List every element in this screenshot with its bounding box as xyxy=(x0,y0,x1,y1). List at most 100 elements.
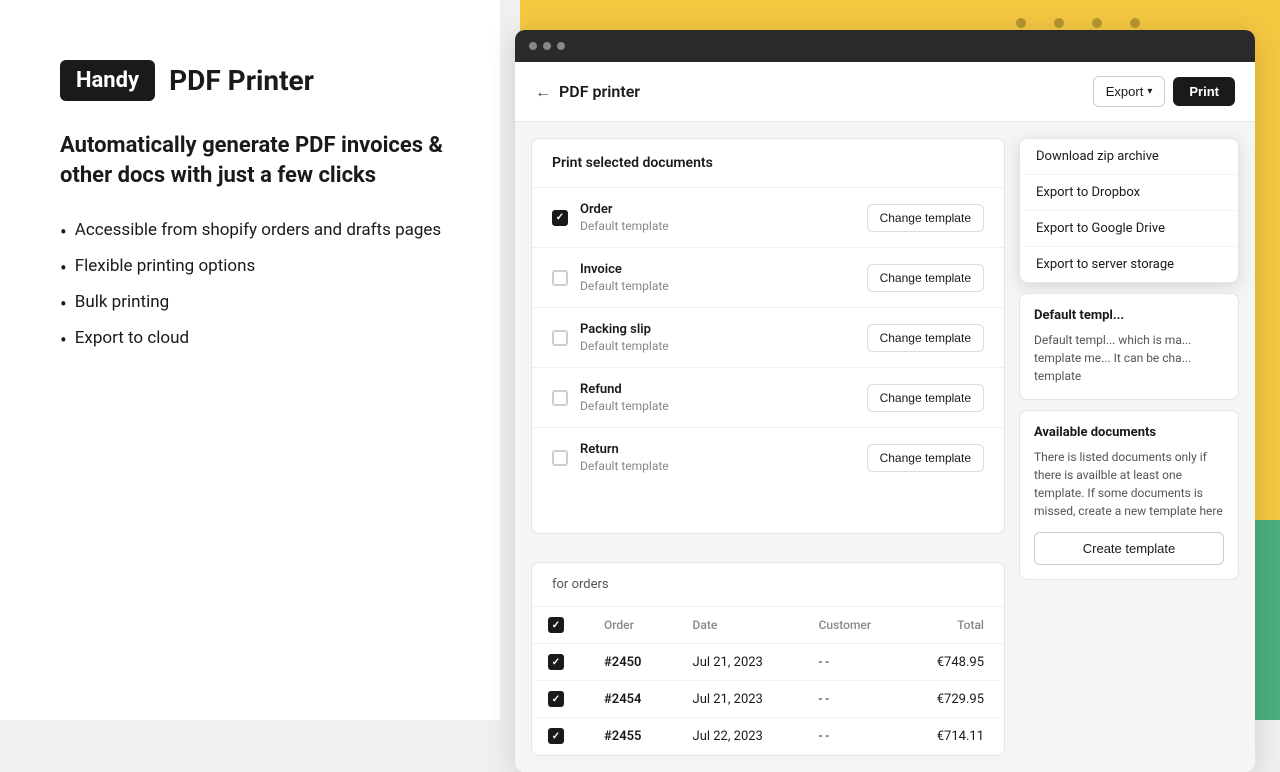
select-all-checkbox[interactable] xyxy=(548,617,564,633)
order-template: Default template xyxy=(580,219,855,233)
logo-box: Handy xyxy=(60,60,155,101)
browser-window: ← PDF printer Export ▾ Print Print selec… xyxy=(515,30,1255,772)
row3-date: Jul 22, 2023 xyxy=(673,718,799,755)
invoice-checkbox[interactable] xyxy=(552,270,568,286)
dropdown-item-gdrive[interactable]: Export to Google Drive xyxy=(1020,211,1238,247)
header-actions: Export ▾ Print xyxy=(1093,76,1235,107)
browser-dot-1 xyxy=(529,42,537,50)
return-checkbox[interactable] xyxy=(552,450,568,466)
col-date: Date xyxy=(673,607,799,644)
back-button[interactable]: ← xyxy=(535,82,551,102)
header-left: ← PDF printer xyxy=(535,82,640,102)
doc-row-packing-slip: Packing slip Default template Change tem… xyxy=(532,308,1004,368)
row3-total: €714.11 xyxy=(904,718,1004,755)
orders-section-header: for orders xyxy=(532,563,1004,607)
select-all-header xyxy=(532,607,584,644)
row2-total: €729.95 xyxy=(904,681,1004,718)
default-template-title: Default templ... xyxy=(1034,308,1224,323)
invoice-template: Default template xyxy=(580,279,855,293)
doc-row-refund: Refund Default template Change template xyxy=(532,368,1004,428)
available-docs-text: There is listed documents only if there … xyxy=(1034,448,1224,520)
create-template-button[interactable]: Create template xyxy=(1034,532,1224,565)
row1-order: #2450 xyxy=(584,644,673,681)
app-panel: ← PDF printer Export ▾ Print Print selec… xyxy=(500,0,1280,720)
browser-titlebar xyxy=(515,30,1255,62)
packing-slip-info: Packing slip Default template xyxy=(580,322,855,353)
app-content: Print selected documents Order Default t… xyxy=(515,122,1255,772)
dropdown-item-dropbox[interactable]: Export to Dropbox xyxy=(1020,175,1238,211)
print-button[interactable]: Print xyxy=(1173,77,1235,106)
logo-container: Handy PDF Printer xyxy=(60,60,460,101)
row2-order: #2454 xyxy=(584,681,673,718)
row3-checkbox[interactable] xyxy=(548,728,564,744)
packing-slip-checkbox[interactable] xyxy=(552,330,568,346)
browser-dot-3 xyxy=(557,42,565,50)
default-template-text: Default templ... which is ma... template… xyxy=(1034,331,1224,385)
info-panel: Download zip archive Export to Dropbox E… xyxy=(1019,138,1239,756)
table-row: #2454 Jul 21, 2023 - - €729.95 xyxy=(532,681,1004,718)
col-order: Order xyxy=(584,607,673,644)
table-header-row: Order Date Customer Total xyxy=(532,607,1004,644)
row1-total: €748.95 xyxy=(904,644,1004,681)
browser-dot-2 xyxy=(543,42,551,50)
available-docs-card: Available documents There is listed docu… xyxy=(1019,410,1239,580)
row1-date: Jul 21, 2023 xyxy=(673,644,799,681)
return-info: Return Default template xyxy=(580,442,855,473)
order-name: Order xyxy=(580,202,855,217)
content-left: Print selected documents Order Default t… xyxy=(531,138,1005,756)
row2-select xyxy=(532,681,584,718)
refund-checkbox[interactable] xyxy=(552,390,568,406)
bullet-3: Bulk printing xyxy=(60,292,460,316)
order-info: Order Default template xyxy=(580,202,855,233)
doc-row-invoice: Invoice Default template Change template xyxy=(532,248,1004,308)
return-name: Return xyxy=(580,442,855,457)
bullet-list: Accessible from shopify orders and draft… xyxy=(60,220,460,352)
order-change-template-button[interactable]: Change template xyxy=(867,204,984,232)
product-name: PDF Printer xyxy=(169,64,314,97)
table-row: #2455 Jul 22, 2023 - - €714.11 xyxy=(532,718,1004,755)
orders-table: Order Date Customer Total # xyxy=(532,607,1004,755)
export-dropdown-menu: Download zip archive Export to Dropbox E… xyxy=(1019,138,1239,283)
invoice-info: Invoice Default template xyxy=(580,262,855,293)
row2-customer: - - xyxy=(799,681,905,718)
app-header: ← PDF printer Export ▾ Print xyxy=(515,62,1255,122)
return-change-template-button[interactable]: Change template xyxy=(867,444,984,472)
doc-row-return: Return Default template Change template xyxy=(532,428,1004,487)
bullet-2: Flexible printing options xyxy=(60,256,460,280)
row2-date: Jul 21, 2023 xyxy=(673,681,799,718)
dropdown-item-server[interactable]: Export to server storage xyxy=(1020,247,1238,282)
default-template-card: Default templ... Default templ... which … xyxy=(1019,293,1239,400)
invoice-name: Invoice xyxy=(580,262,855,277)
return-template: Default template xyxy=(580,459,855,473)
bullet-4: Export to cloud xyxy=(60,328,460,352)
export-button[interactable]: Export ▾ xyxy=(1093,76,1166,107)
refund-template: Default template xyxy=(580,399,855,413)
marketing-panel: Handy PDF Printer Automatically generate… xyxy=(0,0,500,720)
invoice-change-template-button[interactable]: Change template xyxy=(867,264,984,292)
row1-select xyxy=(532,644,584,681)
row3-order: #2455 xyxy=(584,718,673,755)
order-checkbox[interactable] xyxy=(552,210,568,226)
row3-customer: - - xyxy=(799,718,905,755)
row2-checkbox[interactable] xyxy=(548,691,564,707)
bullet-1: Accessible from shopify orders and draft… xyxy=(60,220,460,244)
chevron-down-icon: ▾ xyxy=(1147,86,1152,97)
available-docs-title: Available documents xyxy=(1034,425,1224,440)
page-title: PDF printer xyxy=(559,82,640,101)
dropdown-item-zip[interactable]: Download zip archive xyxy=(1020,139,1238,175)
documents-card-header: Print selected documents xyxy=(532,139,1004,188)
packing-slip-change-template-button[interactable]: Change template xyxy=(867,324,984,352)
col-total: Total xyxy=(904,607,1004,644)
packing-slip-template: Default template xyxy=(580,339,855,353)
row1-checkbox[interactable] xyxy=(548,654,564,670)
col-customer: Customer xyxy=(799,607,905,644)
doc-row-order: Order Default template Change template xyxy=(532,188,1004,248)
refund-change-template-button[interactable]: Change template xyxy=(867,384,984,412)
row1-customer: - - xyxy=(799,644,905,681)
refund-info: Refund Default template xyxy=(580,382,855,413)
refund-name: Refund xyxy=(580,382,855,397)
packing-slip-name: Packing slip xyxy=(580,322,855,337)
documents-card: Print selected documents Order Default t… xyxy=(531,138,1005,534)
table-row: #2450 Jul 21, 2023 - - €748.95 xyxy=(532,644,1004,681)
row3-select xyxy=(532,718,584,755)
